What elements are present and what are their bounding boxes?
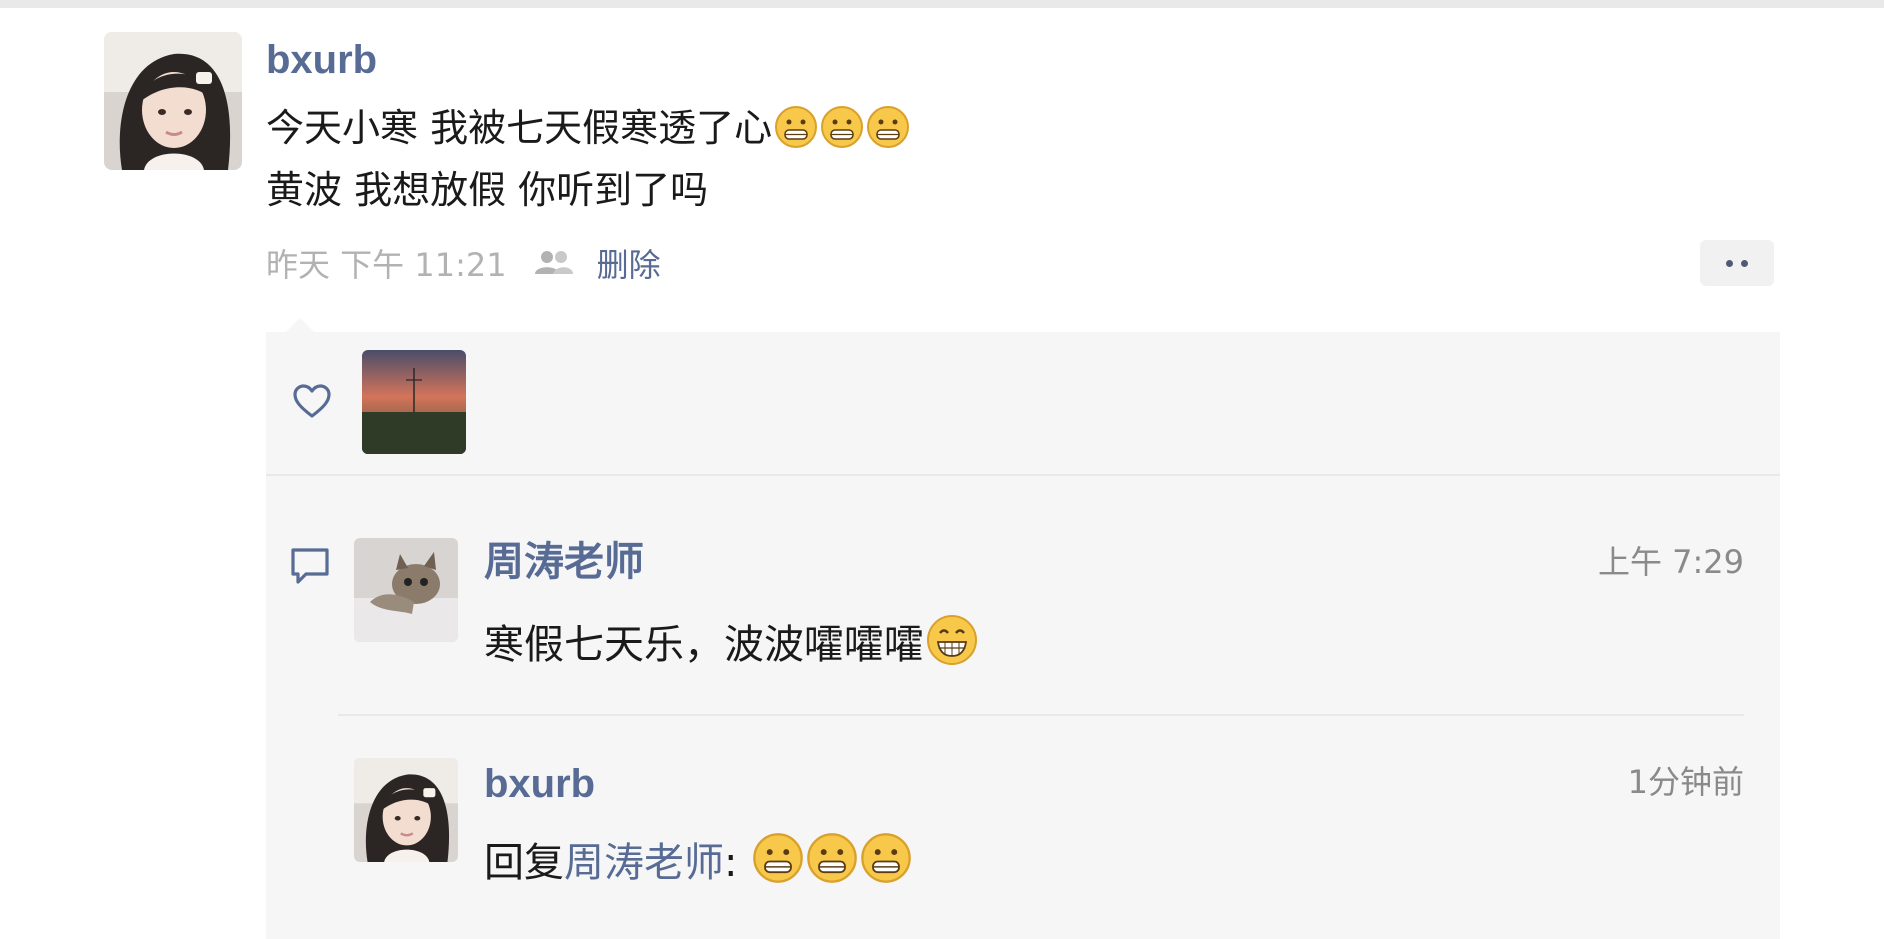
reply-author-avatar[interactable] (354, 758, 458, 862)
grimace-emoji (866, 105, 910, 149)
reply-target-link[interactable]: 周涛老师 (564, 840, 724, 886)
post-text-line1: 今天小寒 我被七天假寒透了心 (266, 102, 910, 154)
more-dots-icon[interactable] (1700, 240, 1774, 286)
more-dot (1726, 259, 1733, 267)
post-author-name[interactable]: bxurb (266, 34, 377, 86)
delete-link[interactable]: 删除 (597, 240, 661, 286)
comment-text: 寒假七天乐，波波嚯嚯嚯 (484, 614, 978, 672)
heart-icon (293, 384, 331, 418)
comment-author-name[interactable]: 周涛老师 (484, 536, 644, 588)
reply-author-name[interactable]: bxurb (484, 758, 595, 810)
top-edge-bar (0, 0, 1884, 8)
post-meta-row: 昨天 下午 11:21 删除 (266, 240, 661, 286)
cat-photo-image (354, 538, 458, 642)
reply-colon: : (724, 840, 738, 886)
grimace-emoji (806, 832, 858, 884)
post-text-line2: 黄波 我想放假 你听到了吗 (266, 168, 709, 212)
grin-emoji (926, 614, 978, 666)
girl-portrait-image (104, 32, 242, 170)
post-timestamp: 昨天 下午 11:21 (266, 246, 507, 284)
grimace-emoji (860, 832, 912, 884)
grimace-emoji (774, 105, 818, 149)
reply-prefix: 回复 (484, 840, 564, 886)
comment-icon (291, 548, 329, 584)
liker-avatar[interactable] (362, 350, 466, 454)
panel-notch (286, 318, 314, 332)
post-author-avatar[interactable] (104, 32, 242, 170)
post-text-line1-content: 今天小寒 我被七天假寒透了心 (266, 106, 773, 150)
people-icon[interactable] (533, 250, 575, 276)
grimace-emoji (752, 832, 804, 884)
reply-text: 回复周涛老师: (484, 832, 912, 890)
grimace-emoji (820, 105, 864, 149)
comment-author-avatar[interactable] (354, 538, 458, 642)
sunset-field-image (362, 350, 466, 454)
reply-time: 1分钟前 (1627, 763, 1744, 801)
girl-portrait-image (354, 758, 458, 862)
comment-time: 上午 7:29 (1597, 543, 1744, 581)
panel-divider (266, 474, 1780, 476)
comment-text-content: 寒假七天乐，波波嚯嚯嚯 (484, 622, 924, 668)
comment-divider (338, 714, 1744, 716)
more-dot (1741, 259, 1748, 267)
